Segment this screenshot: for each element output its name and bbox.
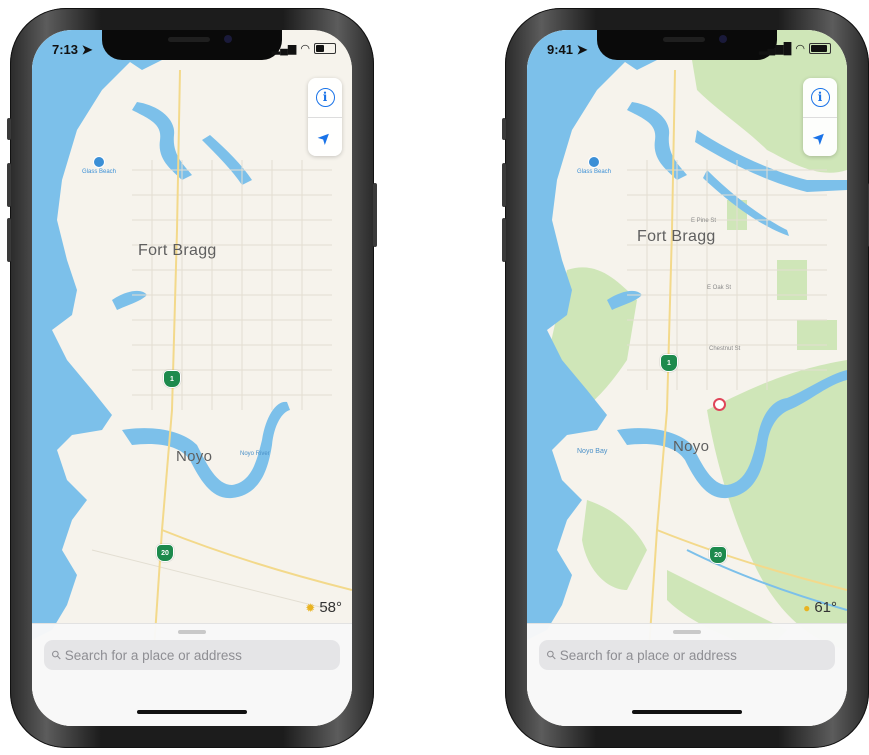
status-icons: ▂▄▆ ◠ bbox=[272, 42, 336, 55]
bay-label: Noyo Bay bbox=[577, 448, 608, 455]
screen-right: 9:41 ➤ ▂▄▆█ ◠ i ➤ Glass Beach E Pine St … bbox=[527, 30, 847, 726]
locate-button[interactable]: ➤ bbox=[308, 118, 342, 157]
street-label: Chestnut St bbox=[709, 346, 741, 352]
route-shield-2: 20 bbox=[156, 544, 174, 562]
pin-icon[interactable] bbox=[713, 398, 726, 411]
weather-badge: ✹ 58° bbox=[305, 599, 342, 616]
volume-down-button bbox=[502, 218, 506, 262]
volume-down-button bbox=[7, 218, 11, 262]
route-shield-1: 1 bbox=[163, 370, 181, 388]
wifi-icon: ◠ bbox=[300, 43, 310, 55]
location-arrow-icon: ➤ bbox=[576, 42, 588, 57]
screen-left: 7:13 ➤ ▂▄▆ ◠ i ➤ Glass Beach Fort Bragg … bbox=[32, 30, 352, 726]
notch bbox=[597, 30, 777, 60]
info-icon: i bbox=[315, 88, 335, 107]
locate-button[interactable]: ➤ bbox=[803, 118, 837, 157]
town-label: Noyo bbox=[673, 438, 710, 455]
home-indicator[interactable] bbox=[632, 710, 742, 714]
volume-up-button bbox=[7, 163, 11, 207]
status-time: 7:13 ➤ bbox=[52, 42, 93, 57]
power-button bbox=[373, 183, 377, 247]
river-label: Noyo River bbox=[240, 451, 270, 457]
route-shield-1: 1 bbox=[660, 354, 678, 372]
status-time: 9:41 ➤ bbox=[547, 42, 588, 57]
map-canvas-left[interactable] bbox=[32, 30, 352, 726]
poi-icon bbox=[93, 156, 106, 168]
navigate-icon: ➤ bbox=[314, 127, 337, 149]
phone-right: 9:41 ➤ ▂▄▆█ ◠ i ➤ Glass Beach E Pine St … bbox=[502, 8, 869, 748]
sun-icon: ✹ bbox=[305, 600, 316, 615]
signal-icon: ▂▄▆ bbox=[271, 43, 297, 55]
poi-label: Glass Beach bbox=[577, 169, 612, 175]
mute-switch bbox=[7, 118, 11, 140]
map-controls: i ➤ bbox=[308, 78, 342, 156]
info-icon: i bbox=[810, 88, 830, 107]
info-button[interactable]: i bbox=[803, 78, 837, 118]
map-controls: i ➤ bbox=[803, 78, 837, 156]
status-icons: ▂▄▆█ ◠ bbox=[759, 42, 831, 55]
battery-icon bbox=[809, 43, 831, 54]
navigate-icon: ➤ bbox=[809, 127, 832, 149]
sheet-grabber[interactable] bbox=[673, 630, 701, 634]
location-arrow-icon: ➤ bbox=[81, 42, 93, 57]
search-placeholder: Search for a place or address bbox=[64, 647, 242, 663]
signal-icon: ▂▄▆█ bbox=[758, 43, 792, 55]
search-icon: ⚲ bbox=[543, 646, 560, 664]
info-button[interactable]: i bbox=[308, 78, 342, 118]
notch bbox=[102, 30, 282, 60]
city-label: Fort Bragg bbox=[637, 228, 716, 245]
search-icon: ⚲ bbox=[48, 646, 65, 664]
search-sheet: ⚲ Search for a place or address bbox=[527, 623, 847, 726]
battery-icon bbox=[314, 43, 336, 54]
poi-icon bbox=[588, 156, 601, 168]
weather-temp: 58° bbox=[319, 599, 342, 616]
search-placeholder: Search for a place or address bbox=[559, 647, 737, 663]
search-input[interactable]: ⚲ Search for a place or address bbox=[44, 640, 340, 670]
town-label: Noyo bbox=[176, 448, 213, 465]
route-shield-2: 20 bbox=[709, 546, 727, 564]
search-sheet: ⚲ Search for a place or address bbox=[32, 623, 352, 726]
volume-up-button bbox=[502, 163, 506, 207]
wifi-icon: ◠ bbox=[795, 43, 805, 55]
home-indicator[interactable] bbox=[137, 710, 247, 714]
search-input[interactable]: ⚲ Search for a place or address bbox=[539, 640, 835, 670]
phone-left: 7:13 ➤ ▂▄▆ ◠ i ➤ Glass Beach Fort Bragg … bbox=[7, 8, 377, 748]
weather-badge: ● 61° bbox=[803, 599, 837, 616]
sheet-grabber[interactable] bbox=[178, 630, 206, 634]
city-label: Fort Bragg bbox=[138, 242, 217, 259]
mute-switch bbox=[502, 118, 506, 140]
weather-temp: 61° bbox=[814, 599, 837, 616]
poi-glass-beach[interactable]: Glass Beach bbox=[577, 156, 611, 175]
street-label: E Oak St bbox=[707, 285, 732, 291]
poi-glass-beach[interactable]: Glass Beach bbox=[82, 156, 116, 175]
map-canvas-right[interactable] bbox=[527, 30, 847, 726]
street-label: E Pine St bbox=[691, 218, 717, 224]
sun-icon: ● bbox=[803, 600, 811, 615]
poi-label: Glass Beach bbox=[82, 169, 117, 175]
